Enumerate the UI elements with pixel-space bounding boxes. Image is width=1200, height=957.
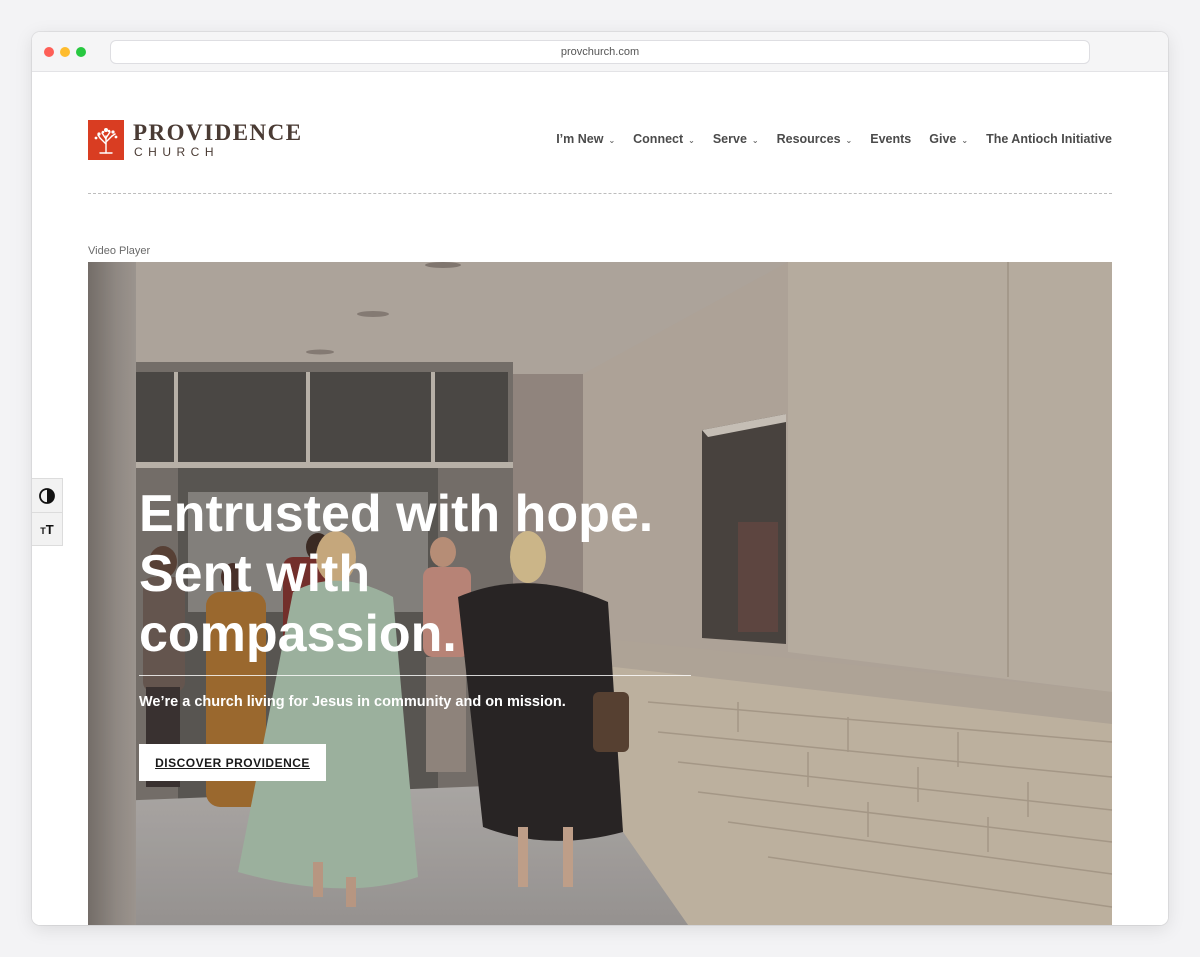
nav-item-antioch-initiative[interactable]: The Antioch Initiative [986, 132, 1112, 146]
brand-subtitle: CHURCH [134, 145, 219, 159]
chevron-down-icon: ⌄ [961, 135, 969, 145]
brand-name: PROVIDENCE [133, 120, 303, 145]
nav-item-connect[interactable]: Connect ⌄ [633, 132, 695, 146]
hero-headline-line1: Entrusted with hope. [139, 485, 654, 543]
nav-item-label: Events [870, 132, 912, 146]
nav-item-give[interactable]: Give ⌄ [929, 132, 968, 146]
chevron-down-icon: ⌄ [688, 135, 695, 145]
site-logo[interactable]: PROVIDENCE CHURCH [88, 120, 308, 160]
hero-headline-line3: compassion. [139, 605, 457, 663]
nav-item-label: Give [929, 132, 957, 146]
contrast-icon [39, 487, 55, 504]
text-size-button[interactable]: TT [32, 512, 62, 545]
accessibility-toolbar: TT [32, 478, 63, 546]
address-bar[interactable]: provchurch.com [110, 40, 1090, 64]
chevron-down-icon: ⌄ [608, 135, 616, 145]
nav-item-label: I’m New [556, 132, 604, 146]
hero-headline: Entrusted with hope. Sent with compassio… [139, 484, 699, 664]
main-nav: I’m New ⌄ Connect ⌄ Serve ⌄ Resources ⌄ … [556, 132, 1112, 146]
nav-item-label: Connect [633, 132, 684, 146]
close-window-button[interactable] [44, 47, 54, 57]
maximize-window-button[interactable] [76, 47, 86, 57]
page-content: PROVIDENCE CHURCH I’m New ⌄ Connect ⌄ Se… [32, 72, 1168, 925]
chevron-down-icon: ⌄ [845, 135, 853, 145]
header-divider [88, 193, 1112, 194]
nav-item-label: Serve [712, 132, 747, 146]
nav-item-label: Resources [776, 132, 841, 146]
nav-item-events[interactable]: Events [870, 132, 911, 146]
nav-item-resources[interactable]: Resources ⌄ [777, 132, 853, 146]
hero-video[interactable]: Entrusted with hope. Sent with compassio… [88, 262, 1112, 925]
hero-headline-line2: Sent with [139, 545, 371, 603]
nav-item-label: The Antioch Initiative [986, 132, 1112, 146]
video-player-label: Video Player [88, 245, 151, 257]
browser-titlebar: provchurch.com [32, 32, 1168, 72]
discover-providence-button[interactable]: DISCOVER PROVIDENCE [139, 744, 326, 781]
hero-divider [139, 675, 691, 676]
chevron-down-icon: ⌄ [751, 135, 759, 145]
tree-logo-icon [88, 120, 124, 160]
browser-window: provchurch.com PROVIDENCE CHURCH I’m New… [32, 32, 1168, 925]
contrast-toggle-button[interactable] [32, 479, 62, 512]
nav-item-im-new[interactable]: I’m New ⌄ [556, 132, 615, 146]
minimize-window-button[interactable] [60, 47, 70, 57]
hero-subtext: We’re a church living for Jesus in commu… [139, 694, 566, 710]
text-size-icon: TT [40, 521, 54, 537]
nav-item-serve[interactable]: Serve ⌄ [713, 132, 759, 146]
